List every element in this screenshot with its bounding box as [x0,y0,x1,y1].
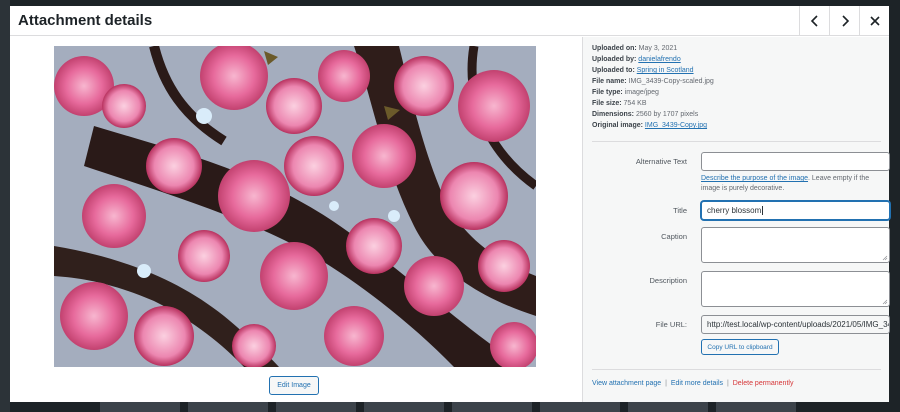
caption-textarea[interactable] [701,227,890,263]
uploaded-on-row: Uploaded on: May 3, 2021 [592,45,678,52]
action-separator: | [665,380,667,387]
attachment-actions: View attachment page | Edit more details… [592,380,793,387]
chevron-left-icon [810,15,818,27]
description-label: Description [649,276,687,285]
original-image-row: Original image: IMG_3439-Copy.jpg [592,122,708,129]
uploaded-on-value: May 3, 2021 [638,45,678,52]
next-media-button[interactable] [829,6,859,36]
uploaded-by-link[interactable]: danielafrendo [638,56,680,63]
description-resize-grip-icon[interactable] [882,299,888,305]
delete-permanently-link[interactable]: Delete permanently [733,380,794,387]
file-name-value: IMG_3439-Copy-scaled.jpg [628,78,714,85]
text-caret [762,206,764,215]
attachment-image [54,46,536,367]
file-url-input[interactable]: http://test.local/wp-content/uploads/202… [701,315,890,334]
attachment-details-sidebar: Uploaded on: May 3, 2021 Uploaded by: da… [582,37,890,402]
alt-text-help: Describe the purpose of the image. Leave… [701,175,870,192]
file-type-row: File type: image/jpeg [592,89,659,96]
media-preview-pane: Edit Image [10,37,583,402]
title-input-value: cherry blossom [707,206,762,215]
alt-text-help-link[interactable]: Describe the purpose of the image [701,175,808,182]
file-type-value: image/jpeg [624,89,659,96]
file-size-row: File size: 754 KB [592,100,647,107]
modal-title: Attachment details [18,12,153,29]
copy-url-button[interactable]: Copy URL to clipboard [701,339,779,355]
alt-text-input[interactable] [701,152,890,171]
file-metadata: Uploaded on: May 3, 2021 Uploaded by: da… [592,43,882,131]
description-textarea[interactable] [701,271,890,307]
edit-more-details-link[interactable]: Edit more details [671,380,723,387]
file-name-row: File name: IMG_3439-Copy-scaled.jpg [592,78,714,85]
previous-media-button[interactable] [799,6,829,36]
uploaded-by-row: Uploaded by: danielafrendo [592,56,681,63]
file-url-label: File URL: [655,320,687,329]
action-separator: | [726,380,729,387]
file-size-value: 754 KB [623,100,647,107]
dimensions-value: 2560 by 1707 pixels [635,111,699,118]
title-input[interactable]: cherry blossom [701,201,890,220]
edit-image-button[interactable]: Edit Image [269,376,319,395]
modal-header: Attachment details [10,6,889,36]
actions-divider [592,369,881,370]
admin-sidebar-backdrop [0,0,10,412]
uploaded-to-row: Uploaded to: Spring in Scotland [592,67,694,74]
caption-label: Caption [661,232,687,241]
alt-text-label: Alternative Text [635,157,687,166]
chevron-right-icon [841,15,849,27]
metadata-divider [592,141,881,142]
close-icon [869,16,880,26]
attachment-details-modal: Attachment details Edit Image Uploaded o… [10,6,890,402]
view-attachment-link[interactable]: View attachment page [592,380,661,387]
close-modal-button[interactable] [859,6,889,36]
uploaded-to-link[interactable]: Spring in Scotland [637,67,694,74]
caption-resize-grip-icon[interactable] [882,255,888,261]
title-label: Title [673,206,687,215]
dimensions-row: Dimensions: 2560 by 1707 pixels [592,111,699,118]
original-image-link[interactable]: IMG_3439-Copy.jpg [645,122,707,129]
